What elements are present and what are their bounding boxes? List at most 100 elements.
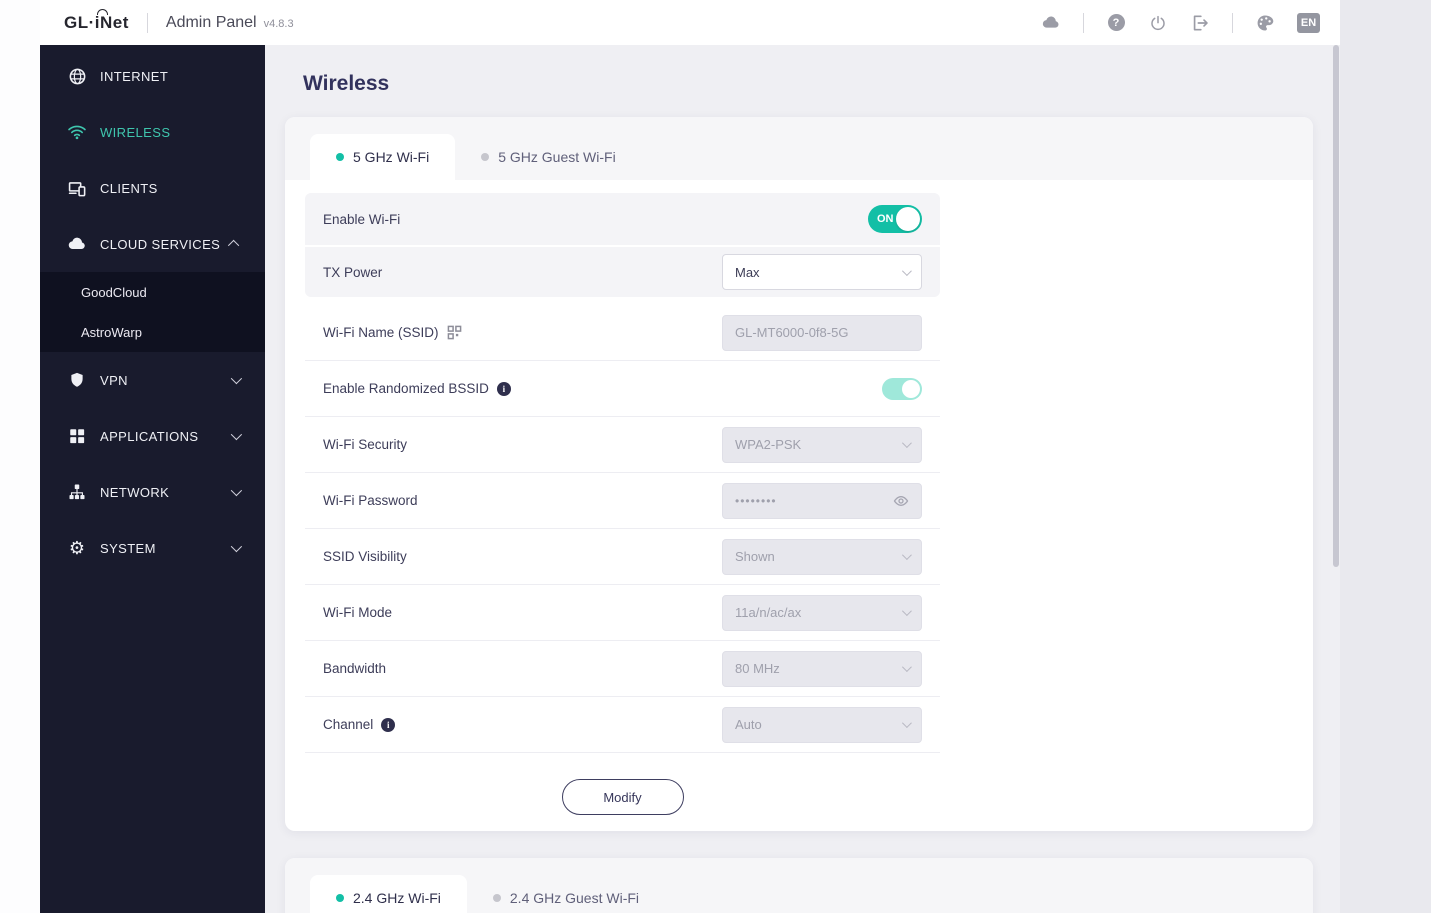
wifi-mode-row: Wi-Fi Mode 11a/n/ac/ax xyxy=(305,585,940,641)
randomized-bssid-row: Enable Randomized BSSID i xyxy=(305,361,940,417)
page-title: Wireless xyxy=(303,72,390,95)
tab-label: 5 GHz Wi-Fi xyxy=(353,149,430,165)
ssid-input[interactable]: GL-MT6000-0f8-5G xyxy=(722,314,922,351)
wifi-24ghz-card: 2.4 GHz Wi-Fi 2.4 GHz Guest Wi-Fi xyxy=(285,858,1313,913)
sidebar-item-label: CLOUD SERVICES xyxy=(100,236,221,252)
enable-wifi-toggle[interactable]: ON xyxy=(868,205,922,233)
ssid-visibility-row: SSID Visibility Shown xyxy=(305,529,940,585)
grid-icon xyxy=(67,427,87,445)
tx-power-select[interactable]: Max xyxy=(722,254,922,290)
tab-24ghz-wifi[interactable]: 2.4 GHz Wi-Fi xyxy=(310,875,467,913)
language-badge[interactable]: EN xyxy=(1297,12,1320,33)
top-header: GL·iNet Admin Panel v4.8.3 ? EN xyxy=(40,0,1340,45)
sitemap-icon xyxy=(67,483,87,501)
qr-code-icon[interactable] xyxy=(447,325,462,340)
chevron-down-icon xyxy=(230,484,243,497)
cloud-icon[interactable] xyxy=(1041,13,1061,33)
chevron-down-icon xyxy=(901,606,912,617)
ssid-visibility-select[interactable]: Shown xyxy=(722,538,922,575)
bandwidth-select[interactable]: 80 MHz xyxy=(722,650,922,687)
glinet-logo: GL·iNet xyxy=(64,8,129,32)
scrollbar-thumb[interactable] xyxy=(1333,45,1339,567)
tab-24ghz-guest-wifi[interactable]: 2.4 GHz Guest Wi-Fi xyxy=(467,875,665,913)
enable-wifi-label: Enable Wi-Fi xyxy=(323,211,401,227)
sidebar-item-label: INTERNET xyxy=(100,68,169,84)
wifi-5ghz-form: Enable Wi-Fi ON TX Power Max Wi-Fi Name … xyxy=(305,193,940,815)
shield-icon xyxy=(67,371,87,389)
globe-icon xyxy=(67,67,87,86)
sidebar-item-label: NETWORK xyxy=(100,484,170,500)
chevron-down-icon xyxy=(230,372,243,385)
version-label: v4.8.3 xyxy=(263,17,294,30)
ssid-visibility-label: SSID Visibility xyxy=(323,549,407,564)
tx-power-row: TX Power Max xyxy=(305,245,940,297)
tx-power-label: TX Power xyxy=(323,264,383,280)
tab-status-dot xyxy=(481,153,490,161)
wifi-password-value: •••••••• xyxy=(735,493,777,508)
chevron-down-icon xyxy=(230,540,243,553)
channel-value: Auto xyxy=(735,717,762,732)
bandwidth-row: Bandwidth 80 MHz xyxy=(305,641,940,697)
eye-icon[interactable] xyxy=(893,493,909,509)
wifi-icon xyxy=(67,122,87,142)
sidebar-item-wireless[interactable]: WIRELESS xyxy=(40,104,265,160)
tab-5ghz-guest-wifi[interactable]: 5 GHz Guest Wi-Fi xyxy=(455,134,641,180)
wifi-password-label: Wi-Fi Password xyxy=(323,493,418,508)
wifi-security-select[interactable]: WPA2-PSK xyxy=(722,426,922,463)
sidebar-item-vpn[interactable]: VPN xyxy=(40,352,265,408)
chevron-down-icon xyxy=(901,550,912,561)
info-icon[interactable]: i xyxy=(496,381,511,396)
sidebar-item-label: SYSTEM xyxy=(100,540,156,556)
sidebar-item-system[interactable]: ⚙ SYSTEM xyxy=(40,520,265,576)
bandwidth-label: Bandwidth xyxy=(323,661,387,676)
sidebar-item-cloud-services[interactable]: CLOUD SERVICES xyxy=(40,216,265,272)
sidebar-item-clients[interactable]: CLIENTS xyxy=(40,160,265,216)
sidebar-item-applications[interactable]: APPLICATIONS xyxy=(40,408,265,464)
palette-icon[interactable] xyxy=(1255,13,1275,33)
right-gutter xyxy=(1340,0,1431,913)
chevron-down-icon xyxy=(230,428,243,441)
sidebar-item-network[interactable]: NETWORK xyxy=(40,464,265,520)
randomized-bssid-label: Enable Randomized BSSID xyxy=(323,381,489,396)
sidebar: INTERNET WIRELESS CLIENTS CLOUD SERVICES… xyxy=(40,45,265,913)
wifi-24ghz-tabbar: 2.4 GHz Wi-Fi 2.4 GHz Guest Wi-Fi xyxy=(285,858,1313,913)
help-icon[interactable]: ? xyxy=(1106,13,1126,33)
logout-icon[interactable] xyxy=(1190,13,1210,33)
wifi-security-row: Wi-Fi Security WPA2-PSK xyxy=(305,417,940,473)
bandwidth-value: 80 MHz xyxy=(735,661,780,676)
wifi-security-label: Wi-Fi Security xyxy=(323,437,407,452)
channel-row: Channel i Auto xyxy=(305,697,940,753)
wifi-password-input[interactable]: •••••••• xyxy=(722,482,922,519)
sidebar-item-label: VPN xyxy=(100,372,128,388)
randomized-bssid-toggle[interactable] xyxy=(882,377,922,400)
header-divider xyxy=(1232,12,1233,33)
toggle-knob xyxy=(902,379,920,398)
tab-label: 2.4 GHz Wi-Fi xyxy=(353,890,441,906)
chevron-down-icon xyxy=(901,265,912,276)
tab-status-dot xyxy=(492,894,501,902)
header-divider xyxy=(146,12,148,33)
tx-power-value: Max xyxy=(735,264,760,280)
submenu-item-astrowarp[interactable]: AstroWarp xyxy=(40,312,265,352)
modify-button[interactable]: Modify xyxy=(561,779,684,815)
admin-panel-title: Admin Panel xyxy=(165,13,257,31)
sidebar-item-label: WIRELESS xyxy=(100,124,171,140)
sidebar-item-label: APPLICATIONS xyxy=(100,428,199,444)
wifi-5ghz-card: 5 GHz Wi-Fi 5 GHz Guest Wi-Fi Enable Wi-… xyxy=(285,117,1313,831)
tab-status-dot xyxy=(336,153,344,161)
ssid-label: Wi-Fi Name (SSID) xyxy=(323,325,439,340)
left-gutter xyxy=(0,0,40,913)
ssid-value: GL-MT6000-0f8-5G xyxy=(735,325,849,340)
submenu-item-goodcloud[interactable]: GoodCloud xyxy=(40,272,265,312)
sidebar-item-internet[interactable]: INTERNET xyxy=(40,48,265,104)
tab-5ghz-wifi[interactable]: 5 GHz Wi-Fi xyxy=(310,134,456,180)
devices-icon xyxy=(67,179,87,198)
channel-select[interactable]: Auto xyxy=(722,706,922,743)
power-icon[interactable] xyxy=(1148,13,1168,33)
tab-label: 2.4 GHz Guest Wi-Fi xyxy=(509,890,640,906)
channel-label: Channel xyxy=(323,717,374,732)
wifi-mode-select[interactable]: 11a/n/ac/ax xyxy=(722,594,922,631)
info-icon[interactable]: i xyxy=(381,717,396,732)
tab-label: 5 GHz Guest Wi-Fi xyxy=(498,149,616,165)
tab-status-dot xyxy=(336,894,344,902)
